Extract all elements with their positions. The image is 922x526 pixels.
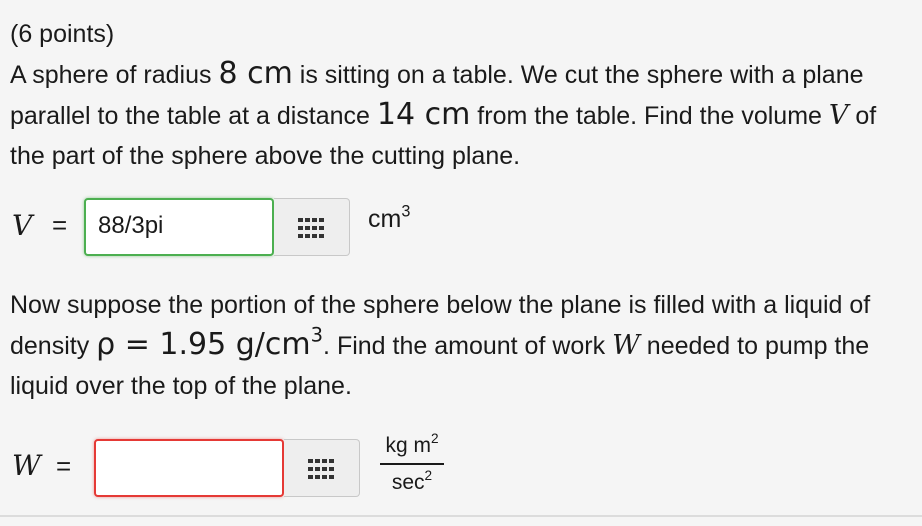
problem-statement-part-2: Now suppose the portion of the sphere be… xyxy=(10,285,910,406)
answer-label-w: W xyxy=(12,449,41,482)
equals-sign: = xyxy=(56,451,72,481)
volume-variable: V xyxy=(828,100,849,131)
density-value: ρ = 1.95 g/cm3 xyxy=(96,323,324,362)
work-unit-numerator: kg m2 xyxy=(385,431,439,457)
problem-paragraph-2: Now suppose the portion of the sphere be… xyxy=(10,291,871,400)
work-palette-button[interactable] xyxy=(284,439,360,497)
points-label: (6 points) xyxy=(10,20,115,48)
grid-palette-icon xyxy=(308,459,334,479)
work-unit-denominator: sec2 xyxy=(391,468,433,494)
volume-palette-button[interactable] xyxy=(274,198,350,256)
volume-answer-input[interactable]: 88/3pi xyxy=(84,198,274,256)
radius-value: 8 cm xyxy=(218,56,293,91)
work-unit-fraction: kg m2 sec2 xyxy=(380,431,444,497)
problem-paragraph-1: A sphere of radius 8 cm is sitting on a … xyxy=(10,56,877,170)
equals-sign: = xyxy=(52,210,68,240)
volume-unit: cm3 xyxy=(368,202,411,233)
work-variable: W xyxy=(612,330,640,361)
grid-palette-icon xyxy=(298,218,324,238)
bottom-divider xyxy=(0,515,922,517)
distance-value: 14 cm xyxy=(376,97,471,132)
answer-label-v: V xyxy=(12,209,33,242)
work-answer-input[interactable] xyxy=(94,439,284,497)
problem-statement: (6 points) A sphere of radius 8 cm is si… xyxy=(10,14,910,176)
fraction-bar xyxy=(380,463,444,465)
